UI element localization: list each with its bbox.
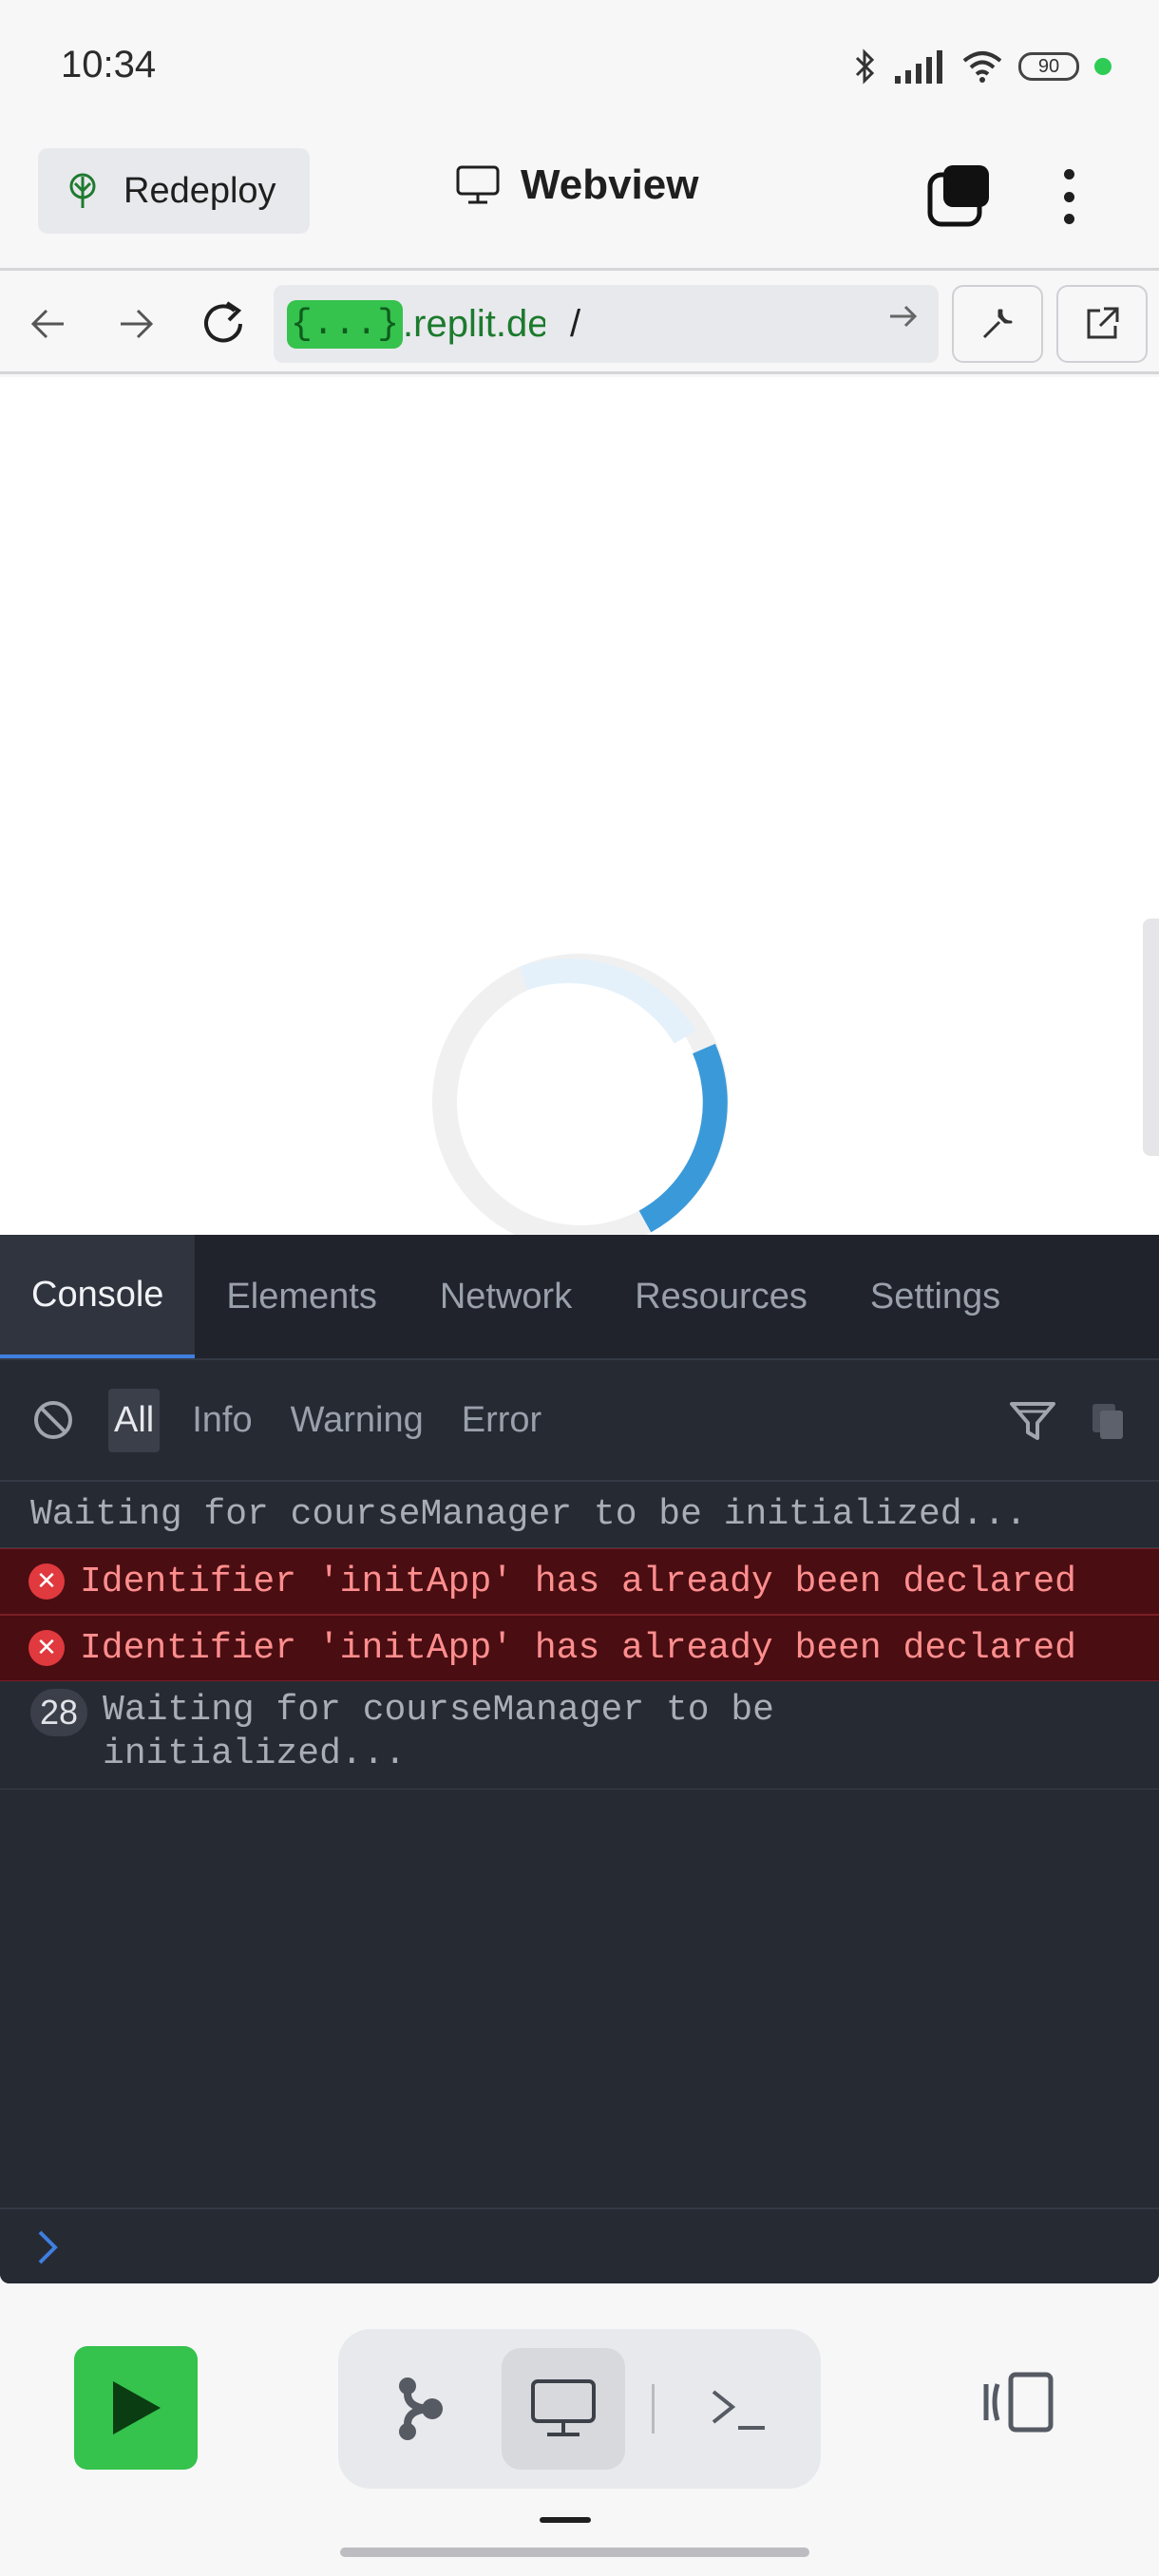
- privacy-indicator-dot: [1094, 58, 1112, 75]
- filter-error[interactable]: Error: [456, 1389, 547, 1452]
- console-log-row: Waiting for courseManager to be initiali…: [0, 1482, 1159, 1548]
- side-drawer-handle[interactable]: [1143, 919, 1159, 1156]
- tab-network[interactable]: Network: [408, 1235, 603, 1358]
- url-path: /: [570, 302, 581, 345]
- tabs-button[interactable]: [926, 163, 993, 230]
- redeploy-label: Redeploy: [124, 170, 276, 211]
- deploy-icon: [69, 173, 96, 208]
- forward-button[interactable]: [104, 293, 167, 355]
- status-bar: 10:34 90: [0, 0, 1159, 133]
- more-dot: [1063, 214, 1074, 224]
- chevron-right-icon: [38, 2230, 58, 2264]
- webview-content: [0, 377, 1159, 1235]
- redeploy-button[interactable]: Redeploy: [38, 148, 310, 234]
- repeat-count-badge: 28: [30, 1689, 88, 1736]
- log-text: Waiting for courseManager to be initiali…: [30, 1494, 1027, 1535]
- more-options-button[interactable]: [1050, 163, 1088, 230]
- filter-info[interactable]: Info: [186, 1389, 257, 1452]
- play-icon: [113, 2381, 161, 2434]
- filter-all[interactable]: All: [108, 1388, 161, 1452]
- filter-icon[interactable]: [1009, 1400, 1056, 1442]
- tab-resources[interactable]: Resources: [603, 1235, 839, 1358]
- loading-spinner: [432, 954, 729, 1235]
- view-switcher: [338, 2329, 821, 2489]
- status-icons: 90: [853, 47, 1112, 85]
- status-time: 10:34: [61, 44, 157, 85]
- console-error-row: ✕ Identifier 'initApp' has already been …: [0, 1615, 1159, 1681]
- webview-view-button[interactable]: [502, 2348, 625, 2470]
- home-gesture-bar[interactable]: [340, 2548, 809, 2557]
- arrow-left-icon: [30, 309, 64, 339]
- signal-icon: [895, 50, 942, 84]
- bottom-toolbar: [0, 2283, 1159, 2576]
- log-text: Identifier 'initApp' has already been de…: [80, 1627, 1076, 1669]
- reload-button[interactable]: [192, 293, 255, 355]
- filter-warning[interactable]: Warning: [285, 1389, 429, 1452]
- url-input[interactable]: {...} .replit.dev /: [274, 285, 939, 363]
- panel-icon: [983, 2372, 1054, 2433]
- page-title: Webview: [521, 161, 699, 208]
- console-filter-bar: All Info Warning Error: [0, 1360, 1159, 1482]
- arrow-right-icon: [890, 305, 918, 328]
- webview-title: Webview: [456, 161, 698, 209]
- devtools-button[interactable]: [952, 285, 1043, 363]
- go-button[interactable]: [887, 300, 920, 337]
- arrow-right-icon: [121, 309, 154, 339]
- run-button[interactable]: [74, 2346, 198, 2470]
- url-host: .replit.dev: [403, 302, 546, 345]
- console-log-row: 28 Waiting for courseManager to be initi…: [0, 1681, 1159, 1790]
- external-link-icon: [1087, 307, 1119, 339]
- copy-icon[interactable]: [1089, 1402, 1127, 1440]
- log-text: Waiting for courseManager to be initiali…: [103, 1690, 774, 1774]
- agent-view-button[interactable]: [359, 2348, 483, 2470]
- url-replit-chip: {...}: [287, 299, 404, 349]
- more-dot: [1063, 191, 1074, 202]
- shell-view-button[interactable]: [676, 2348, 800, 2470]
- back-button[interactable]: [17, 293, 80, 355]
- panel-toggle-button[interactable]: [982, 2371, 1054, 2438]
- terminal-icon: [712, 2390, 765, 2430]
- monitor-icon: [456, 165, 500, 204]
- error-icon: ✕: [28, 1563, 65, 1600]
- tabs-icon: [927, 165, 989, 227]
- url-toolbar: {...} .replit.dev /: [0, 274, 1159, 374]
- clear-console-icon[interactable]: [32, 1399, 74, 1441]
- devtools-tabs: Console Elements Network Resources Setti…: [0, 1235, 1159, 1360]
- log-text: Identifier 'initApp' has already been de…: [80, 1561, 1076, 1602]
- bluetooth-icon: [855, 48, 875, 85]
- reload-icon: [204, 301, 242, 343]
- wrench-icon: [982, 309, 1013, 339]
- monitor-icon: [531, 2379, 596, 2436]
- battery-indicator: 90: [1018, 52, 1079, 81]
- tab-console[interactable]: Console: [0, 1235, 196, 1358]
- agent-icon: [399, 2377, 443, 2440]
- console-error-row: ✕ Identifier 'initApp' has already been …: [0, 1548, 1159, 1615]
- segment-divider: [652, 2384, 655, 2434]
- tab-elements[interactable]: Elements: [195, 1235, 408, 1358]
- tab-settings[interactable]: Settings: [839, 1235, 1032, 1358]
- devtools-panel: Console Elements Network Resources Setti…: [0, 1235, 1159, 2283]
- wifi-icon: [962, 51, 1002, 83]
- app-header: Redeploy Webview: [0, 133, 1159, 271]
- open-external-button[interactable]: [1056, 285, 1148, 363]
- active-indicator: [540, 2517, 591, 2523]
- error-icon: ✕: [28, 1630, 65, 1666]
- more-dot: [1063, 169, 1074, 180]
- console-input[interactable]: [0, 2207, 1159, 2283]
